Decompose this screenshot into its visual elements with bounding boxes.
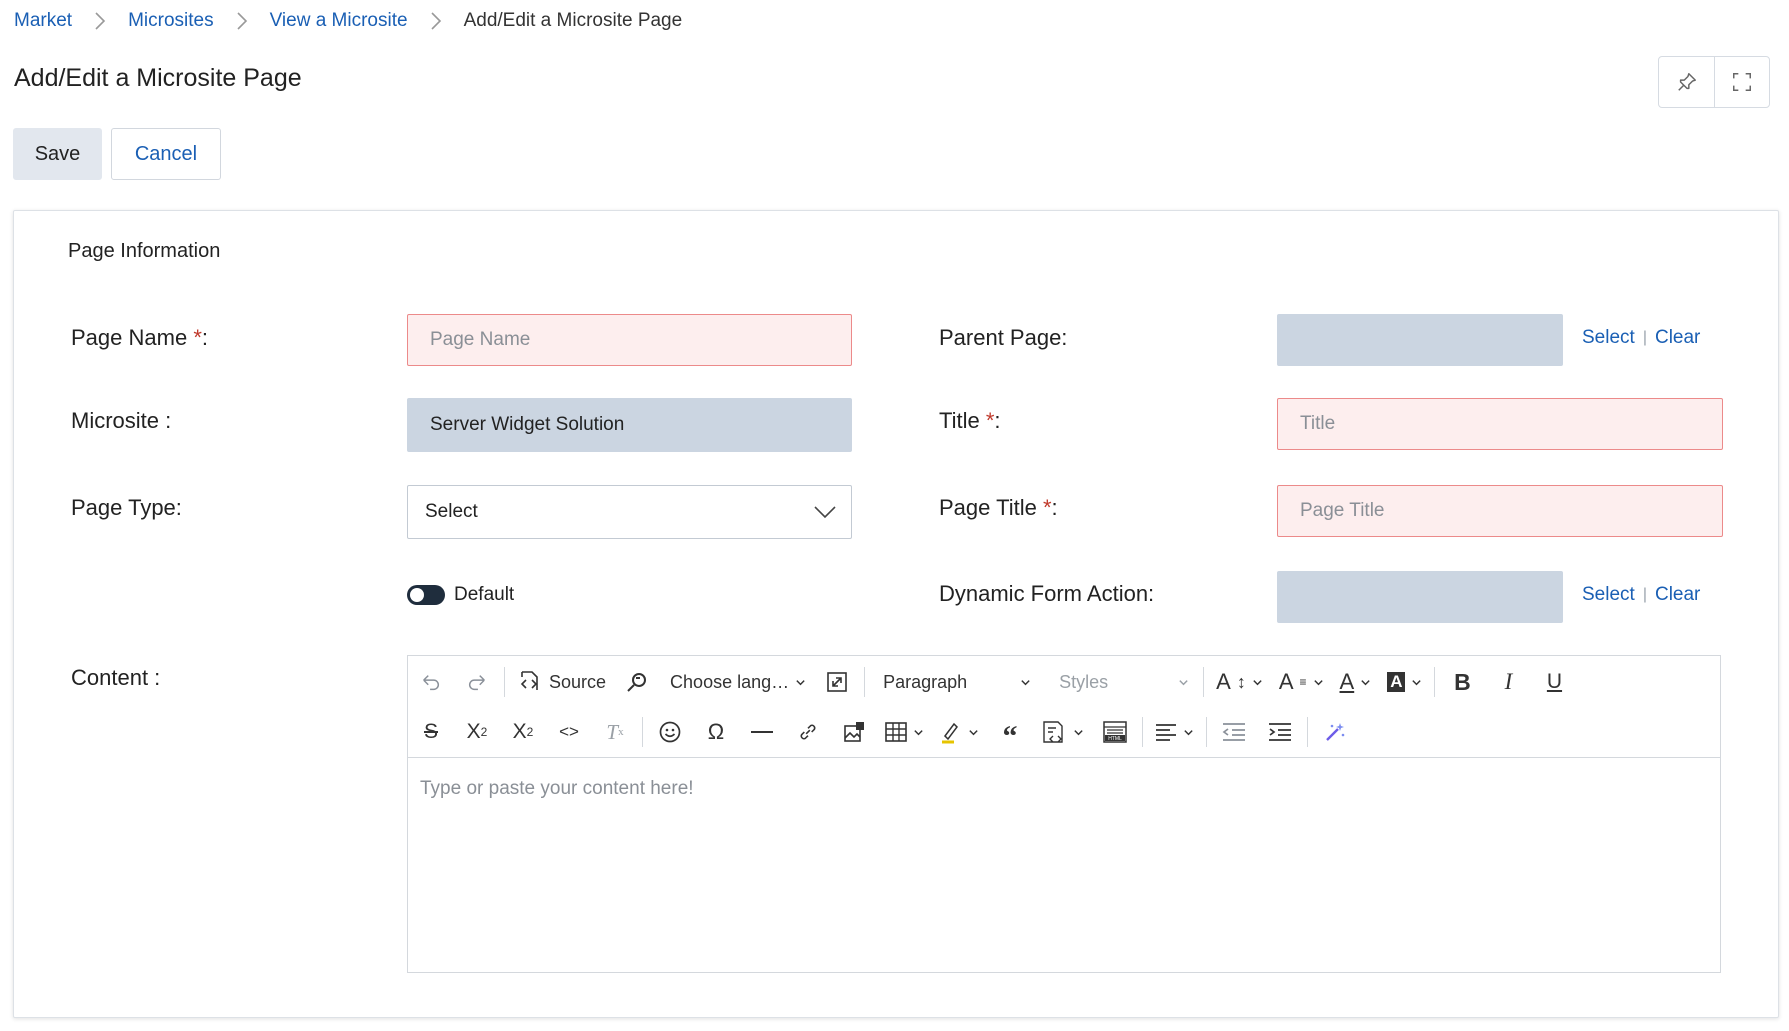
page-name-label: Page Name *: xyxy=(71,325,208,350)
font-color-icon[interactable]: A xyxy=(1332,662,1380,702)
outdent-icon[interactable] xyxy=(1211,712,1257,752)
italic-icon[interactable]: I xyxy=(1485,662,1531,702)
superscript-icon[interactable]: X2 xyxy=(500,712,546,752)
underline-icon[interactable]: U xyxy=(1531,662,1577,702)
parent-page-select-link[interactable]: Select xyxy=(1582,327,1635,349)
dynamic-form-action-clear-link[interactable]: Clear xyxy=(1655,584,1700,606)
dynamic-form-action-field xyxy=(1277,571,1563,623)
page-type-value: Select xyxy=(425,501,478,522)
fullscreen-icon[interactable] xyxy=(1714,57,1769,107)
microsite-field: Server Widget Solution xyxy=(407,398,852,452)
page-tools xyxy=(1658,56,1770,108)
cancel-button[interactable]: Cancel xyxy=(111,128,221,180)
parent-page-links: Select | Clear xyxy=(1582,327,1701,349)
page-title: Add/Edit a Microsite Page xyxy=(14,64,302,92)
chevron-right-icon xyxy=(430,11,442,31)
parent-page-field xyxy=(1277,314,1563,366)
chevron-down-icon xyxy=(814,506,836,519)
breadcrumb-microsites[interactable]: Microsites xyxy=(128,10,214,32)
page-type-select[interactable]: Select xyxy=(407,485,852,539)
subscript-icon[interactable]: X2 xyxy=(454,712,500,752)
dynamic-form-action-links: Select | Clear xyxy=(1582,584,1701,606)
html-embed-icon[interactable]: HTML xyxy=(1092,712,1138,752)
editor-placeholder: Type or paste your content here! xyxy=(420,778,694,799)
toggle-switch[interactable] xyxy=(407,585,445,605)
insert-image-icon[interactable] xyxy=(831,712,877,752)
undo-icon[interactable] xyxy=(408,662,454,702)
required-marker: * xyxy=(1042,495,1052,520)
editor-toolbar-row-2: S X2 X2 <> Tx Ω “ HTML xyxy=(408,708,1358,756)
source-icon xyxy=(520,671,538,690)
page-title-label: Page Title *: xyxy=(939,495,1058,520)
page-name-input[interactable]: Page Name xyxy=(407,314,852,366)
remove-format-icon[interactable]: Tx xyxy=(592,712,638,752)
editor-content-area[interactable]: Type or paste your content here! xyxy=(408,758,1720,820)
breadcrumb-market[interactable]: Market xyxy=(14,10,72,32)
highlight-icon[interactable] xyxy=(932,712,987,752)
horizontal-line-icon[interactable] xyxy=(739,712,785,752)
font-family-icon[interactable]: A ≡ xyxy=(1271,662,1332,702)
source-button[interactable]: Source xyxy=(509,662,614,702)
emoji-icon[interactable] xyxy=(647,712,693,752)
save-button[interactable]: Save xyxy=(13,128,102,180)
text-alignment-icon[interactable] xyxy=(1147,712,1202,752)
code-icon[interactable]: <> xyxy=(546,712,592,752)
chevron-right-icon xyxy=(94,11,106,31)
editor-toolbar: Source Choose lang… Paragraph Styles A ↕… xyxy=(408,656,1720,758)
default-toggle[interactable]: Default xyxy=(407,584,514,606)
font-background-color-icon[interactable]: A xyxy=(1379,662,1430,702)
section-title: Page Information xyxy=(68,240,221,262)
find-replace-icon[interactable] xyxy=(614,662,660,702)
redo-icon[interactable] xyxy=(454,662,500,702)
insert-table-icon[interactable] xyxy=(877,712,932,752)
strikethrough-icon[interactable]: S xyxy=(408,712,454,752)
font-size-icon[interactable]: A ↕ xyxy=(1208,662,1271,702)
block-quote-icon[interactable]: “ xyxy=(987,712,1033,753)
breadcrumb: Market Microsites View a Microsite Add/E… xyxy=(14,10,682,32)
content-label: Content : xyxy=(71,665,161,690)
insert-template-icon[interactable] xyxy=(1033,712,1092,752)
editor-toolbar-row-1: Source Choose lang… Paragraph Styles A ↕… xyxy=(408,658,1577,706)
page-information-card: Page Information Page Name *: Page Name … xyxy=(13,210,1779,1018)
parent-page-clear-link[interactable]: Clear xyxy=(1655,327,1700,349)
parent-page-label: Parent Page: xyxy=(939,325,1068,350)
styles-dropdown[interactable]: Styles xyxy=(1041,662,1199,702)
svg-text:HTML: HTML xyxy=(1108,736,1122,742)
title-label: Title *: xyxy=(939,408,1001,433)
dynamic-form-action-label: Dynamic Form Action: xyxy=(939,581,1155,606)
dynamic-form-action-select-link[interactable]: Select xyxy=(1582,584,1635,606)
indent-icon[interactable] xyxy=(1257,712,1303,752)
paragraph-dropdown[interactable]: Paragraph xyxy=(869,662,1041,702)
microsite-label: Microsite : xyxy=(71,408,172,433)
required-marker: * xyxy=(193,325,202,350)
breadcrumb-current: Add/Edit a Microsite Page xyxy=(463,10,683,31)
pin-icon[interactable] xyxy=(1659,57,1714,107)
link-icon[interactable] xyxy=(785,712,831,752)
page-title-input[interactable]: Page Title xyxy=(1277,485,1723,537)
rich-text-editor: Source Choose lang… Paragraph Styles A ↕… xyxy=(407,655,1721,973)
magic-wand-icon[interactable] xyxy=(1312,712,1358,752)
maximize-icon[interactable] xyxy=(814,662,860,702)
page-type-label: Page Type: xyxy=(71,495,182,520)
chevron-right-icon xyxy=(236,11,248,31)
breadcrumb-view-microsite[interactable]: View a Microsite xyxy=(270,10,408,32)
bold-icon[interactable]: B xyxy=(1439,662,1485,702)
default-toggle-label: Default xyxy=(454,584,515,605)
title-input[interactable]: Title xyxy=(1277,398,1723,450)
special-characters-icon[interactable]: Ω xyxy=(693,712,739,752)
code-language-dropdown[interactable]: Choose lang… xyxy=(660,662,814,702)
